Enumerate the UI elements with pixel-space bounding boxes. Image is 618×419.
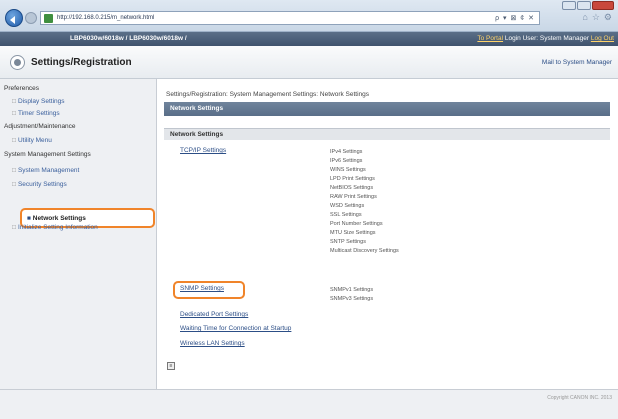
- snmp-item-v3: SNMPv3 Settings: [330, 296, 374, 302]
- sidebar-heading-system-management: System Management Settings: [4, 151, 91, 158]
- sidebar-item-label: Network Settings: [32, 215, 86, 222]
- page-title: Settings/Registration: [31, 57, 132, 68]
- snmp-settings-link[interactable]: SNMP Settings: [180, 285, 224, 292]
- tcpip-item-multicast: Multicast Discovery Settings: [330, 248, 399, 254]
- to-portal-link[interactable]: To Portal: [477, 35, 503, 42]
- printer-header-band: LBP6030w/6018w / LBP6030w/6018w / To Por…: [0, 32, 618, 46]
- sidebar-heading-preferences: Preferences: [4, 85, 40, 92]
- settings-icon: [10, 55, 25, 70]
- page-header: Settings/Registration Mail to System Man…: [0, 46, 618, 79]
- sidebar-item-label: Initialize Setting Information: [17, 224, 98, 231]
- back-arrow-icon[interactable]: [5, 9, 23, 27]
- sidebar-item-timer-settings[interactable]: □ Timer Settings: [12, 110, 60, 117]
- sidebar-item-label: System Management: [17, 167, 80, 174]
- footer: Copyright CANON INC. 2013: [0, 389, 618, 419]
- forward-arrow-icon[interactable]: [25, 12, 37, 24]
- tcpip-item-wsd: WSD Settings: [330, 203, 365, 209]
- sidebar-item-security-settings[interactable]: □ Security Settings: [12, 181, 67, 188]
- tcpip-item-ipv6: IPv6 Settings: [330, 158, 363, 164]
- address-bar[interactable]: http://192.168.0.215/m_network.html ρ ▾ …: [40, 11, 540, 25]
- browser-chrome: http://192.168.0.215/m_network.html ρ ▾ …: [0, 0, 618, 32]
- site-favicon-icon: [44, 14, 53, 23]
- waiting-time-link[interactable]: Waiting Time for Connection at Startup: [180, 325, 291, 332]
- address-url[interactable]: http://192.168.0.215/m_network.html: [57, 15, 154, 21]
- tcpip-item-ipv4: IPv4 Settings: [330, 149, 363, 155]
- close-button[interactable]: [592, 1, 614, 10]
- mail-system-manager-link[interactable]: Mail to System Manager: [542, 59, 612, 66]
- copyright: Copyright CANON INC. 2013: [547, 395, 612, 401]
- dedicated-port-settings-link[interactable]: Dedicated Port Settings: [180, 311, 248, 318]
- printer-model: LBP6030w/6018w / LBP6030w/6018w /: [70, 35, 187, 42]
- tcpip-item-lpd: LPD Print Settings: [330, 176, 375, 182]
- tcpip-item-sntp: SNTP Settings: [330, 239, 366, 245]
- sidebar-item-label: Security Settings: [17, 181, 67, 188]
- tcpip-item-port-number: Port Number Settings: [330, 221, 383, 227]
- favorites-star-icon[interactable]: ☆: [592, 12, 600, 23]
- snmp-item-v1: SNMPv1 Settings: [330, 287, 374, 293]
- section-title: Network Settings: [164, 102, 610, 116]
- tcpip-settings-link[interactable]: TCP/IP Settings: [180, 147, 226, 154]
- window-controls: [562, 1, 614, 10]
- address-tools[interactable]: ρ ▾ ⊠ ¢ ✕: [495, 14, 535, 22]
- minimize-button[interactable]: [562, 1, 576, 10]
- breadcrumb: Settings/Registration: System Management…: [166, 91, 370, 98]
- sidebar-item-initialize[interactable]: □ Initialize Setting Information: [12, 224, 98, 231]
- sidebar-item-label: Display Settings: [17, 98, 65, 105]
- subsection-title: Network Settings: [164, 128, 610, 140]
- home-icon[interactable]: ⌂: [582, 12, 587, 23]
- header-right: To Portal Login User: System Manager Log…: [477, 35, 614, 42]
- tcpip-item-raw: RAW Print Settings: [330, 194, 377, 200]
- sidebar-heading-adjustment: Adjustment/Maintenance: [4, 123, 76, 130]
- gear-icon[interactable]: ⚙: [604, 12, 612, 23]
- page-top-icon[interactable]: ≡: [167, 362, 175, 370]
- tcpip-item-mtu: MTU Size Settings: [330, 230, 376, 236]
- login-user: Login User: System Manager: [504, 35, 590, 42]
- sidebar-item-label: Utility Menu: [17, 137, 52, 144]
- logout-link[interactable]: Log Out: [591, 35, 614, 42]
- toolbar-icons: ⌂ ☆ ⚙: [582, 12, 612, 23]
- tcpip-item-ssl: SSL Settings: [330, 212, 362, 218]
- sidebar-item-label: Timer Settings: [17, 110, 60, 117]
- wireless-lan-settings-link[interactable]: Wireless LAN Settings: [180, 340, 245, 347]
- sidebar-item-system-management[interactable]: □ System Management: [12, 167, 79, 174]
- maximize-button[interactable]: [577, 1, 591, 10]
- tcpip-item-wins: WINS Settings: [330, 167, 366, 173]
- sidebar-item-utility-menu[interactable]: □ Utility Menu: [12, 137, 52, 144]
- tcpip-item-netbios: NetBIOS Settings: [330, 185, 374, 191]
- sidebar-item-display-settings[interactable]: □ Display Settings: [12, 98, 65, 105]
